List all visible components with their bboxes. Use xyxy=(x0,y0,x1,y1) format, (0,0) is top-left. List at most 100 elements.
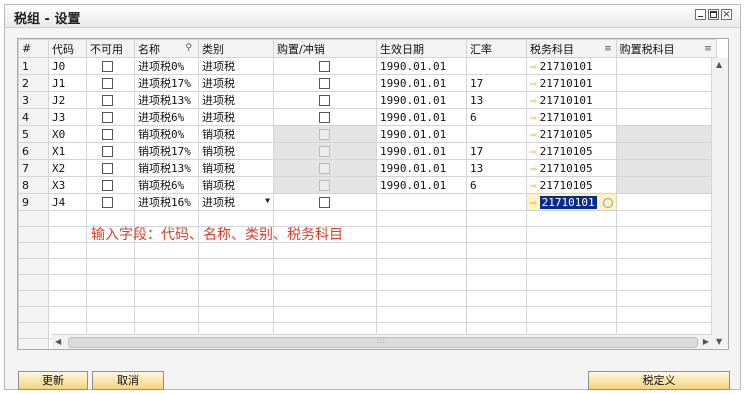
name-cell[interactable]: 销项税6% xyxy=(134,176,199,194)
table-row[interactable]: 4 J3 进项税6% 进项税 1990.01.01 6 ⇨ 21710101 xyxy=(18,108,717,126)
arrow-right-icon[interactable]: ⇨ xyxy=(530,145,537,158)
rate-cell[interactable]: 17 xyxy=(466,74,527,92)
tax-account-cell[interactable]: ⇨ 21710105 xyxy=(526,142,617,160)
choose-icon[interactable] xyxy=(602,197,613,208)
inactive-checkbox[interactable] xyxy=(102,78,113,89)
scroll-down-icon[interactable]: ▼ xyxy=(716,337,722,346)
code-cell[interactable]: J3 xyxy=(48,108,87,126)
acquisition-account-cell[interactable] xyxy=(615,74,717,92)
rate-cell[interactable]: 13 xyxy=(466,159,527,177)
close-icon[interactable]: × xyxy=(721,9,732,20)
effective-date-cell[interactable]: 1990.01.01 xyxy=(376,142,467,160)
category-cell[interactable]: 销项税 xyxy=(198,125,274,143)
tax-account-cell[interactable]: ⇨ 21710101 xyxy=(526,91,617,109)
acquisition-account-cell[interactable] xyxy=(615,57,717,75)
effective-date-cell[interactable]: 1990.01.01 xyxy=(376,74,467,92)
table-row[interactable]: 2 J1 进项税17% 进项税 1990.01.01 17 ⇨ 21710101 xyxy=(18,74,717,92)
tax-account-cell[interactable]: ⇨ 21710101 xyxy=(526,108,617,126)
name-cell[interactable]: 销项税0% xyxy=(134,125,199,143)
acquisition-account-cell[interactable] xyxy=(615,159,717,177)
arrow-right-icon[interactable]: ⇨ xyxy=(530,128,537,141)
category-cell[interactable]: 进项税 xyxy=(198,91,274,109)
inactive-cell[interactable] xyxy=(86,142,135,160)
category-cell[interactable]: 销项税 xyxy=(198,176,274,194)
acquisition-checkbox[interactable] xyxy=(319,146,330,157)
acquisition-checkbox[interactable] xyxy=(319,78,330,89)
acquisition-cell[interactable] xyxy=(273,91,377,109)
column-header[interactable]: 类别 xyxy=(198,39,274,58)
rate-cell[interactable] xyxy=(466,57,527,75)
category-cell[interactable]: 进项税 xyxy=(198,57,274,75)
code-cell[interactable]: X1 xyxy=(48,142,87,160)
inactive-checkbox[interactable] xyxy=(102,163,113,174)
code-cell[interactable]: X3 xyxy=(48,176,87,194)
acquisition-account-cell[interactable] xyxy=(615,142,717,160)
dropdown-arrow-icon[interactable]: ▼ xyxy=(265,196,270,205)
code-cell[interactable]: J1 xyxy=(48,74,87,92)
tax-account-cell[interactable]: ⇨ 21710101 xyxy=(526,57,617,75)
inactive-checkbox[interactable] xyxy=(102,180,113,191)
acquisition-account-cell[interactable] xyxy=(615,193,717,211)
inactive-checkbox[interactable] xyxy=(102,61,113,72)
acquisition-checkbox[interactable] xyxy=(319,163,330,174)
acquisition-cell[interactable] xyxy=(273,176,377,194)
tax-account-cell[interactable]: ⇨ 21710101 xyxy=(526,193,617,211)
effective-date-cell[interactable]: 1990.01.01 xyxy=(376,125,467,143)
cancel-button[interactable]: 取消 xyxy=(92,371,164,390)
acquisition-checkbox[interactable] xyxy=(319,95,330,106)
inactive-cell[interactable] xyxy=(86,74,135,92)
tax-account-cell[interactable]: ⇨ 21710105 xyxy=(526,159,617,177)
code-cell[interactable]: X2 xyxy=(48,159,87,177)
acquisition-cell[interactable] xyxy=(273,125,377,143)
inactive-cell[interactable] xyxy=(86,193,135,211)
inactive-cell[interactable] xyxy=(86,91,135,109)
column-header[interactable]: 汇率 xyxy=(466,39,527,58)
category-cell[interactable]: 销项税 xyxy=(198,142,274,160)
category-cell[interactable]: 进项税 ▼ xyxy=(198,193,274,211)
scroll-left-icon[interactable]: ◀ xyxy=(55,337,61,346)
acquisition-account-cell[interactable] xyxy=(615,91,717,109)
column-header[interactable]: 购置/冲销 xyxy=(273,39,377,58)
effective-date-cell[interactable]: 1990.01.01 xyxy=(376,57,467,75)
name-cell[interactable]: 进项税0% xyxy=(134,57,199,75)
inactive-checkbox[interactable] xyxy=(102,112,113,123)
rate-cell[interactable]: 6 xyxy=(466,108,527,126)
code-cell[interactable]: J2 xyxy=(48,91,87,109)
rate-cell[interactable]: 13 xyxy=(466,91,527,109)
arrow-right-icon[interactable]: ⇨ xyxy=(530,196,537,209)
acquisition-account-cell[interactable] xyxy=(615,108,717,126)
filter-icon[interactable]: ⚲ xyxy=(185,43,192,53)
code-cell[interactable]: J0 xyxy=(48,57,87,75)
column-header[interactable]: # xyxy=(18,39,49,58)
name-cell[interactable]: 进项税6% xyxy=(134,108,199,126)
list-icon[interactable]: ≡ xyxy=(604,44,612,54)
arrow-right-icon[interactable]: ⇨ xyxy=(530,77,537,90)
column-header[interactable]: 不可用 xyxy=(86,39,135,58)
table-row[interactable]: 8 X3 销项税6% 销项税 1990.01.01 6 ⇨ 21710105 xyxy=(18,176,717,194)
rate-cell[interactable] xyxy=(466,125,527,143)
rate-cell[interactable]: 17 xyxy=(466,142,527,160)
name-cell[interactable]: 进项税13% xyxy=(134,91,199,109)
effective-date-cell[interactable] xyxy=(376,193,467,211)
acquisition-checkbox[interactable] xyxy=(319,180,330,191)
column-header[interactable]: 税务科目 ≡ xyxy=(526,39,617,58)
update-button[interactable]: 更新 xyxy=(18,371,88,390)
rate-cell[interactable]: 6 xyxy=(466,176,527,194)
name-cell[interactable]: 销项税13% xyxy=(134,159,199,177)
acquisition-cell[interactable] xyxy=(273,159,377,177)
tax-account-cell[interactable]: ⇨ 21710105 xyxy=(526,125,617,143)
acquisition-account-cell[interactable] xyxy=(615,125,717,143)
vertical-scrollbar[interactable]: ▲ ▼ xyxy=(711,58,728,348)
acquisition-checkbox[interactable] xyxy=(319,61,330,72)
arrow-right-icon[interactable]: ⇨ xyxy=(530,111,537,124)
scroll-right-icon[interactable]: ▶ xyxy=(703,337,709,346)
inactive-checkbox[interactable] xyxy=(102,129,113,140)
list-icon[interactable]: ≡ xyxy=(704,44,712,54)
table-row[interactable]: 1 J0 进项税0% 进项税 1990.01.01 ⇨ 21710101 xyxy=(18,57,717,75)
acquisition-cell[interactable] xyxy=(273,142,377,160)
acquisition-checkbox[interactable] xyxy=(319,197,330,208)
tax-account-cell[interactable]: ⇨ 21710105 xyxy=(526,176,617,194)
column-header[interactable]: 代码 xyxy=(48,39,87,58)
table-row[interactable]: 7 X2 销项税13% 销项税 1990.01.01 13 ⇨ 21710105 xyxy=(18,159,717,177)
table-row[interactable]: 9 J4 进项税16% 进项税 ▼ ⇨ 21710101 xyxy=(18,193,717,211)
